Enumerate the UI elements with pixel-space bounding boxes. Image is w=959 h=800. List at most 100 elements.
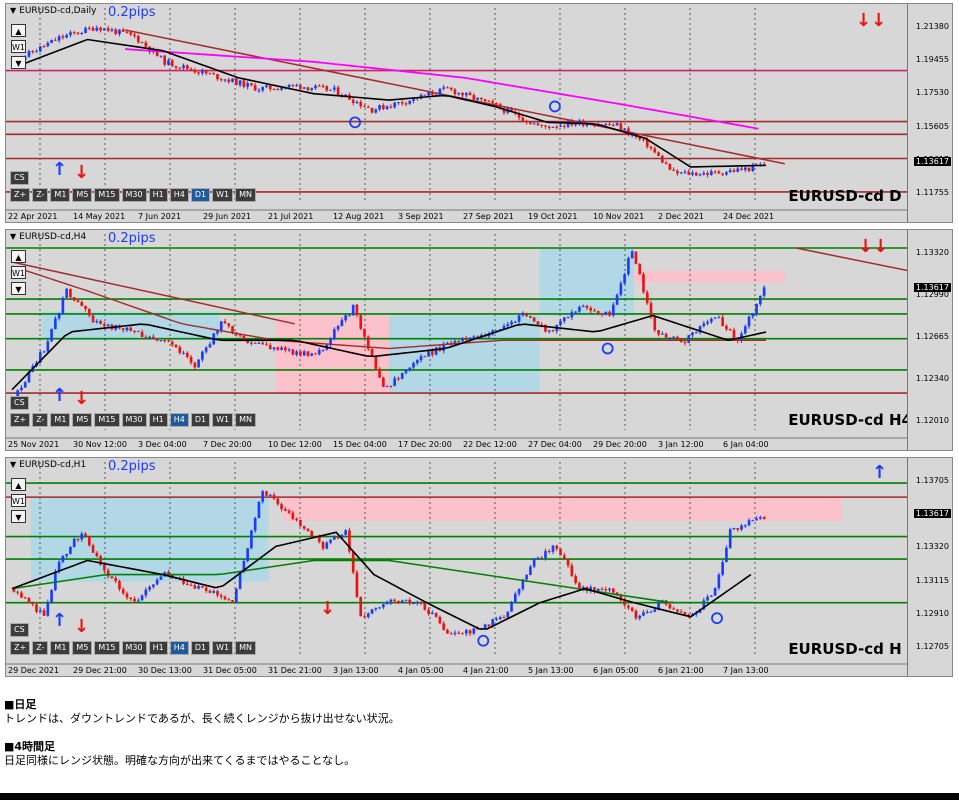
- daily-price-axis[interactable]: 1.21380 1.19455 1.17530 1.15605 1.13617 1.117…: [907, 4, 952, 222]
- candle-body: [404, 369, 408, 373]
- timeframe-button-d1[interactable]: D1: [190, 413, 211, 427]
- candle-body: [227, 323, 231, 326]
- candle-body: [619, 283, 623, 295]
- triangle-down-icon[interactable]: ▼: [10, 6, 16, 15]
- timeframe-button-h4[interactable]: H4: [169, 188, 189, 202]
- timeframe-button-zplus[interactable]: Z+: [10, 413, 31, 427]
- h4-chart-panel[interactable]: ▼ EURUSD-cd,H4 0.2pips ▲ W1 ▼ ↑ ↓ ↓↓ CS Z…: [5, 229, 953, 451]
- candle-body: [204, 70, 208, 74]
- timeframe-button-m30[interactable]: M30: [121, 413, 147, 427]
- arrow-down-icon[interactable]: ▼: [11, 282, 26, 295]
- candle-body: [611, 124, 615, 126]
- time-tick-label: 25 Nov 2021: [8, 440, 60, 449]
- candle-body: [642, 612, 645, 616]
- candle-body: [35, 51, 38, 53]
- timeframe-button-zminus[interactable]: Z-: [32, 188, 49, 202]
- timeframe-button-m30[interactable]: M30: [121, 641, 147, 655]
- candle-body: [502, 617, 506, 619]
- candle-body: [382, 105, 385, 110]
- h1-timeframe-bar: Z+ Z- M1 M5 M15 M30 H1 H4 D1 W1 MN: [10, 641, 256, 655]
- timeframe-button-w1[interactable]: W1: [212, 641, 234, 655]
- candle-body: [121, 29, 125, 32]
- candle-body: [668, 337, 672, 339]
- candle-body: [276, 89, 280, 91]
- timeframe-button-d1[interactable]: D1: [190, 641, 211, 655]
- candle-body: [310, 88, 314, 90]
- candle-body: [178, 67, 182, 69]
- candle-body: [442, 623, 445, 630]
- timeframe-button-w1[interactable]: W1: [212, 413, 234, 427]
- candle-body: [140, 42, 144, 44]
- timeframe-button-m5[interactable]: M5: [72, 188, 93, 202]
- arrow-up-icon[interactable]: ▲: [11, 24, 26, 37]
- timeframe-button-h1[interactable]: H1: [148, 188, 168, 202]
- timeframe-button-m15[interactable]: M15: [94, 413, 120, 427]
- timeframe-button-m1[interactable]: M1: [50, 641, 71, 655]
- h1-cs-button[interactable]: CS: [10, 623, 29, 637]
- zone-4: [634, 271, 785, 283]
- timeframe-button-m5[interactable]: M5: [72, 641, 93, 655]
- timeframe-button-zminus[interactable]: Z-: [32, 413, 49, 427]
- h4-note-heading: ■4時間足: [4, 740, 56, 753]
- candle-body: [608, 588, 611, 591]
- h4-cs-button[interactable]: CS: [10, 396, 29, 410]
- timeframe-button-h1[interactable]: H1: [148, 413, 168, 427]
- timeframe-button-zminus[interactable]: Z-: [32, 641, 49, 655]
- candle-body: [427, 350, 430, 357]
- timeframe-button-h4[interactable]: H4: [169, 641, 189, 655]
- candle-body: [661, 333, 664, 335]
- candle-body: [91, 27, 95, 31]
- daily-chart-panel[interactable]: ▼ EURUSD-cd,Daily 0.2pips ▲ W1 ▼ ↑ ↓ ↓↓ C…: [5, 3, 953, 223]
- timeframe-button-mn[interactable]: MN: [235, 413, 256, 427]
- candle-body: [159, 340, 163, 342]
- candle-body: [106, 28, 110, 31]
- bottom-bar: [0, 793, 959, 800]
- candle-body: [35, 604, 38, 612]
- triangle-down-icon[interactable]: ▼: [10, 232, 16, 241]
- candle-body: [178, 347, 182, 353]
- timeframe-button-m1[interactable]: M1: [50, 413, 71, 427]
- timeframe-button-m1[interactable]: M1: [50, 188, 71, 202]
- candle-body: [672, 608, 675, 610]
- candle-body: [446, 629, 449, 634]
- h4-price-axis[interactable]: 1.13320 1.12990 1.12665 1.12340 1.12010 1.136…: [907, 230, 952, 450]
- h1-side-w1-button[interactable]: W1: [11, 494, 26, 507]
- timeframe-button-m15[interactable]: M15: [94, 641, 120, 655]
- candle-body: [321, 349, 325, 351]
- candle-body: [366, 106, 370, 108]
- candle-body: [642, 274, 645, 293]
- timeframe-button-m30[interactable]: M30: [121, 188, 147, 202]
- candle-body: [355, 101, 359, 104]
- timeframe-button-mn[interactable]: MN: [235, 188, 256, 202]
- arrow-down-icon[interactable]: ▼: [11, 56, 26, 69]
- timeframe-button-m15[interactable]: M15: [94, 188, 120, 202]
- h4-side-w1-button[interactable]: W1: [11, 266, 26, 279]
- arrow-up-icon[interactable]: ▲: [11, 250, 26, 263]
- candle-body: [174, 66, 178, 68]
- candle-body: [148, 586, 151, 590]
- arrow-up-icon[interactable]: ▲: [11, 478, 26, 491]
- timeframe-button-zplus[interactable]: Z+: [10, 641, 31, 655]
- h1-price-axis[interactable]: 1.137051.135251.133201.131151.129101.127…: [907, 458, 952, 676]
- timeframe-button-zplus[interactable]: Z+: [10, 188, 31, 202]
- arrow-down-icon[interactable]: ▼: [11, 510, 26, 523]
- triangle-down-icon[interactable]: ▼: [10, 460, 16, 469]
- candle-body: [197, 359, 200, 368]
- candle-body: [201, 70, 204, 74]
- candle-body: [736, 168, 740, 172]
- timeframe-button-w1[interactable]: W1: [212, 188, 234, 202]
- timeframe-button-h1[interactable]: H1: [148, 641, 168, 655]
- candle-body: [295, 351, 298, 355]
- candle-body: [728, 329, 732, 331]
- timeframe-button-h4[interactable]: H4: [169, 413, 189, 427]
- candle-body: [755, 304, 758, 315]
- candle-body: [167, 340, 170, 342]
- timeframe-button-mn[interactable]: MN: [235, 641, 256, 655]
- h1-chart-panel[interactable]: ▼ EURUSD-cd,H1 0.2pips ▲ W1 ▼ ↑ ↓ ↑ ↓ CS …: [5, 457, 953, 677]
- daily-side-w1-button[interactable]: W1: [11, 40, 26, 53]
- daily-cs-button[interactable]: CS: [10, 171, 29, 185]
- timeframe-button-m5[interactable]: M5: [72, 413, 93, 427]
- candle-body: [76, 300, 80, 303]
- candle-body: [717, 317, 721, 319]
- timeframe-button-d1[interactable]: D1: [190, 188, 211, 202]
